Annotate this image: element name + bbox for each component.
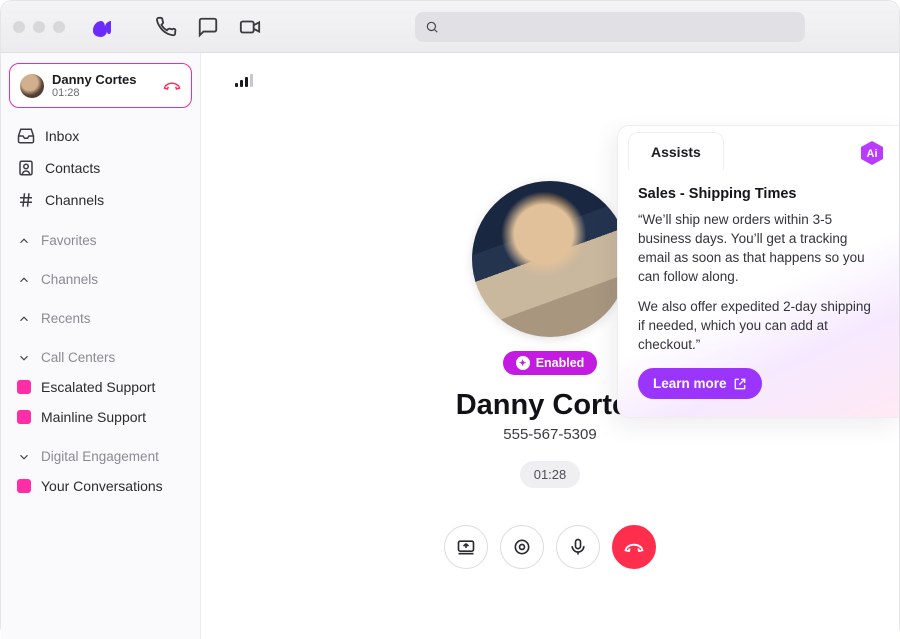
chevron-up-icon xyxy=(17,234,31,248)
call-timer: 01:28 xyxy=(520,461,581,488)
window-controls[interactable] xyxy=(13,21,65,33)
close-dot[interactable] xyxy=(13,21,25,33)
active-call-card[interactable]: Danny Cortes 01:28 xyxy=(9,63,192,108)
chevron-up-icon xyxy=(17,273,31,287)
ai-badge-icon: Ai xyxy=(859,140,885,166)
item-label: Mainline Support xyxy=(41,409,146,425)
active-call-duration: 01:28 xyxy=(52,87,155,99)
signal-strength-icon xyxy=(235,73,253,87)
callee-avatar xyxy=(472,181,628,337)
inbox-icon xyxy=(17,127,35,145)
video-icon[interactable] xyxy=(239,16,261,38)
section-label: Favorites xyxy=(41,233,97,248)
section-label: Recents xyxy=(41,311,91,326)
learn-more-label: Learn more xyxy=(653,376,727,391)
search-input[interactable] xyxy=(415,12,805,42)
status-square-icon xyxy=(17,410,31,424)
call-center-item[interactable]: Escalated Support xyxy=(9,372,192,402)
minimize-dot[interactable] xyxy=(33,21,45,33)
contacts-icon xyxy=(17,159,35,177)
enabled-label: Enabled xyxy=(536,356,585,370)
search-icon xyxy=(425,20,439,34)
callee-phone: 555-567-5309 xyxy=(390,426,710,443)
section-channels[interactable]: Channels xyxy=(9,265,192,294)
chat-icon[interactable] xyxy=(197,16,219,38)
assist-paragraph: “We’ll ship new orders within 3-5 busine… xyxy=(638,210,879,287)
nav-label: Contacts xyxy=(45,160,100,176)
nav-channels[interactable]: Channels xyxy=(9,184,192,216)
assist-card-text: “We’ll ship new orders within 3-5 busine… xyxy=(638,210,879,354)
screen-share-button[interactable] xyxy=(444,525,488,569)
call-center-item[interactable]: Mainline Support xyxy=(9,402,192,432)
maximize-dot[interactable] xyxy=(53,21,65,33)
chevron-down-icon xyxy=(17,351,31,365)
status-square-icon xyxy=(17,479,31,493)
hash-icon xyxy=(17,191,35,209)
ai-enabled-pill[interactable]: ✦ Enabled xyxy=(503,351,598,375)
assist-card-title: Sales - Shipping Times xyxy=(638,186,879,202)
section-label: Call Centers xyxy=(41,350,115,365)
call-panel: ✦ Enabled Danny Cortes 555-567-5309 01:2… xyxy=(201,53,899,639)
phone-icon[interactable] xyxy=(155,16,177,38)
svg-text:Ai: Ai xyxy=(867,148,878,160)
section-call-centers[interactable]: Call Centers xyxy=(9,343,192,372)
record-button[interactable] xyxy=(500,525,544,569)
chevron-down-icon xyxy=(17,450,31,464)
call-controls xyxy=(444,525,656,569)
section-favorites[interactable]: Favorites xyxy=(9,226,192,255)
mute-button[interactable] xyxy=(556,525,600,569)
digital-item[interactable]: Your Conversations xyxy=(9,471,192,501)
external-link-icon xyxy=(733,377,747,391)
assist-tab[interactable]: Assists xyxy=(628,132,724,170)
nav-label: Channels xyxy=(45,192,104,208)
nav-inbox[interactable]: Inbox xyxy=(9,120,192,152)
titlebar xyxy=(1,1,899,53)
assist-paragraph: We also offer expedited 2-day shipping i… xyxy=(638,297,879,354)
learn-more-button[interactable]: Learn more xyxy=(638,368,762,399)
section-label: Digital Engagement xyxy=(41,449,159,464)
assist-panel: Assists Ai Sales - Shipping Times “We’ll… xyxy=(617,125,899,418)
active-call-name: Danny Cortes xyxy=(52,72,155,87)
chevron-up-icon xyxy=(17,312,31,326)
app-logo xyxy=(89,17,115,37)
ai-dot-icon: ✦ xyxy=(516,356,530,370)
section-label: Channels xyxy=(41,272,98,287)
section-recents[interactable]: Recents xyxy=(9,304,192,333)
item-label: Escalated Support xyxy=(41,379,155,395)
item-label: Your Conversations xyxy=(41,478,163,494)
section-digital-engagement[interactable]: Digital Engagement xyxy=(9,442,192,471)
nav-label: Inbox xyxy=(45,128,79,144)
end-call-button[interactable] xyxy=(612,525,656,569)
nav-contacts[interactable]: Contacts xyxy=(9,152,192,184)
hangup-mini-icon[interactable] xyxy=(163,77,181,95)
avatar-small xyxy=(20,74,44,98)
status-square-icon xyxy=(17,380,31,394)
sidebar: Danny Cortes 01:28 Inbox Contacts Channe… xyxy=(1,53,201,639)
